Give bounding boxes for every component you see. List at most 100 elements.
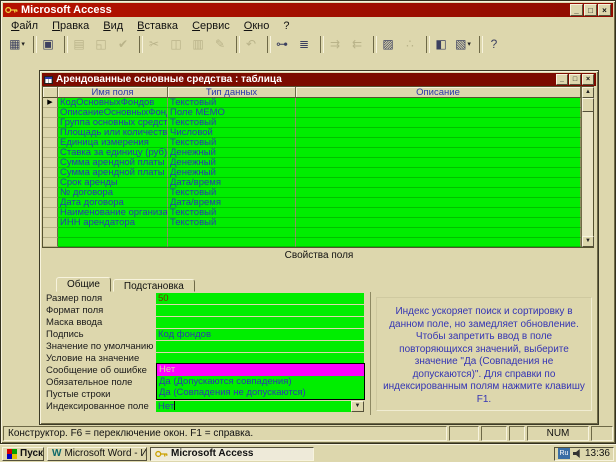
field-name-cell[interactable]: Наименование организации [58,208,168,218]
restore-button[interactable]: □ [584,4,597,16]
field-name-cell[interactable]: Сумма арендной платы за месяц [58,158,168,168]
menu-help[interactable]: ? [276,19,296,33]
description-cell[interactable] [296,188,581,198]
print-button[interactable]: ▤▾ [68,34,90,54]
speaker-icon[interactable] [573,449,582,458]
description-cell[interactable] [296,138,581,148]
data-type-cell[interactable]: Дата/время [168,198,296,208]
row-selector[interactable] [43,128,58,138]
app-titlebar[interactable]: Microsoft Access _ □ × [3,3,613,17]
data-type-cell[interactable]: Текстовый [168,188,296,198]
row-selector[interactable] [43,178,58,188]
cut-button[interactable]: ✂▾ [143,34,165,54]
row-selector[interactable] [43,238,58,248]
row-selector[interactable] [43,148,58,158]
property-value[interactable] [156,353,364,364]
row-selector[interactable] [43,168,58,178]
data-type-cell[interactable]: Денежный [168,148,296,158]
description-cell[interactable] [296,228,581,238]
start-button[interactable]: Пуск [2,447,44,461]
doc-titlebar[interactable]: Арендованные основные средства : таблица… [42,73,596,86]
row-selector[interactable]: ▶ [43,98,58,108]
data-type-cell[interactable]: Поле MEMO [168,108,296,118]
language-indicator[interactable]: Ru [558,448,570,459]
row-selector[interactable] [43,108,58,118]
taskbar-button-word[interactable]: W Microsoft Word - Информ... [47,447,147,461]
description-cell[interactable] [296,168,581,178]
save-button[interactable]: ▣▾ [37,34,59,54]
undo-button[interactable]: ↶▾ [240,34,262,54]
data-type-cell[interactable]: Текстовый [168,218,296,228]
primary-key-button[interactable]: ⊶▾ [271,34,293,54]
field-name-cell[interactable]: Срок аренды [58,178,168,188]
tab-general[interactable]: Общие [56,277,111,292]
field-name-cell[interactable]: Единица измерения [58,138,168,148]
scroll-down-button[interactable]: ▼ [582,236,594,247]
description-cell[interactable] [296,128,581,138]
row-selector[interactable] [43,218,58,228]
property-value[interactable] [156,341,364,352]
menu-insert[interactable]: Вставка [130,19,185,33]
menu-view[interactable]: Вид [96,19,130,33]
insert-rows-button[interactable]: ⇉▾ [324,34,346,54]
new-object-button[interactable]: ▧▾ [452,34,474,54]
indexed-dropdown-button[interactable]: ▼ [351,401,364,412]
property-value[interactable]: Код фондов [156,329,364,340]
database-window-button[interactable]: ◧▾ [430,34,452,54]
dropdown-option[interactable]: Нет [157,364,364,376]
field-name-cell[interactable]: Дата договора [58,198,168,208]
format-painter-button[interactable]: ✎▾ [209,34,231,54]
row-selector[interactable] [43,138,58,148]
help-button[interactable]: ?▾ [483,34,505,54]
scrollbar-thumb[interactable] [582,98,594,112]
menu-file[interactable]: Файл [4,19,45,33]
row-selector[interactable] [43,198,58,208]
spelling-button[interactable]: ✔▾ [112,34,134,54]
data-type-cell[interactable]: Текстовый [168,208,296,218]
copy-button[interactable]: ◫▾ [165,34,187,54]
menu-tools[interactable]: Сервис [185,19,237,33]
description-cell[interactable] [296,178,581,188]
data-type-cell[interactable]: Текстовый [168,138,296,148]
field-name-cell[interactable]: КодОсновныхФондов [58,98,168,108]
row-selector[interactable] [43,118,58,128]
field-name-cell[interactable]: ИНН арендатора [58,218,168,228]
menu-window[interactable]: Окно [237,19,277,33]
description-cell[interactable] [296,108,581,118]
data-type-cell[interactable] [168,228,296,238]
field-name-cell[interactable]: № договора [58,188,168,198]
dropdown-option[interactable]: Да (Допускаются совпадения) [157,376,364,388]
field-name-cell[interactable] [58,238,168,248]
description-cell[interactable] [296,238,581,248]
taskbar-button-access[interactable]: Microsoft Access [150,447,314,461]
data-type-cell[interactable]: Дата/время [168,178,296,188]
data-type-cell[interactable]: Денежный [168,158,296,168]
property-value[interactable]: 50 [156,293,364,304]
field-name-cell[interactable] [58,228,168,238]
print-preview-button[interactable]: ◱▾ [90,34,112,54]
vertical-scrollbar[interactable]: ▲ ▼ [581,87,593,247]
description-cell[interactable] [296,118,581,128]
doc-restore-button[interactable]: □ [569,74,581,85]
properties-button[interactable]: ▨▾ [377,34,399,54]
description-cell[interactable] [296,148,581,158]
data-type-cell[interactable]: Числовой [168,128,296,138]
menu-edit[interactable]: Правка [45,19,96,33]
field-name-cell[interactable]: Сумма арендной платы всего [58,168,168,178]
minimize-button[interactable]: _ [570,4,583,16]
row-selector[interactable] [43,228,58,238]
description-cell[interactable] [296,158,581,168]
indexed-field-value[interactable]: Нет ▼ [156,401,364,412]
view-design-button[interactable]: ▦▾ [6,34,28,54]
scroll-up-button[interactable]: ▲ [582,87,594,98]
description-cell[interactable] [296,208,581,218]
property-value[interactable] [156,305,364,316]
data-type-cell[interactable] [168,238,296,248]
data-type-cell[interactable]: Текстовый [168,118,296,128]
delete-rows-button[interactable]: ⇇▾ [346,34,368,54]
data-type-cell[interactable]: Текстовый [168,98,296,108]
scrollbar-track[interactable] [582,112,593,236]
row-selector[interactable] [43,208,58,218]
field-name-cell[interactable]: Группа основных средств [58,118,168,128]
paste-button[interactable]: ▥▾ [187,34,209,54]
